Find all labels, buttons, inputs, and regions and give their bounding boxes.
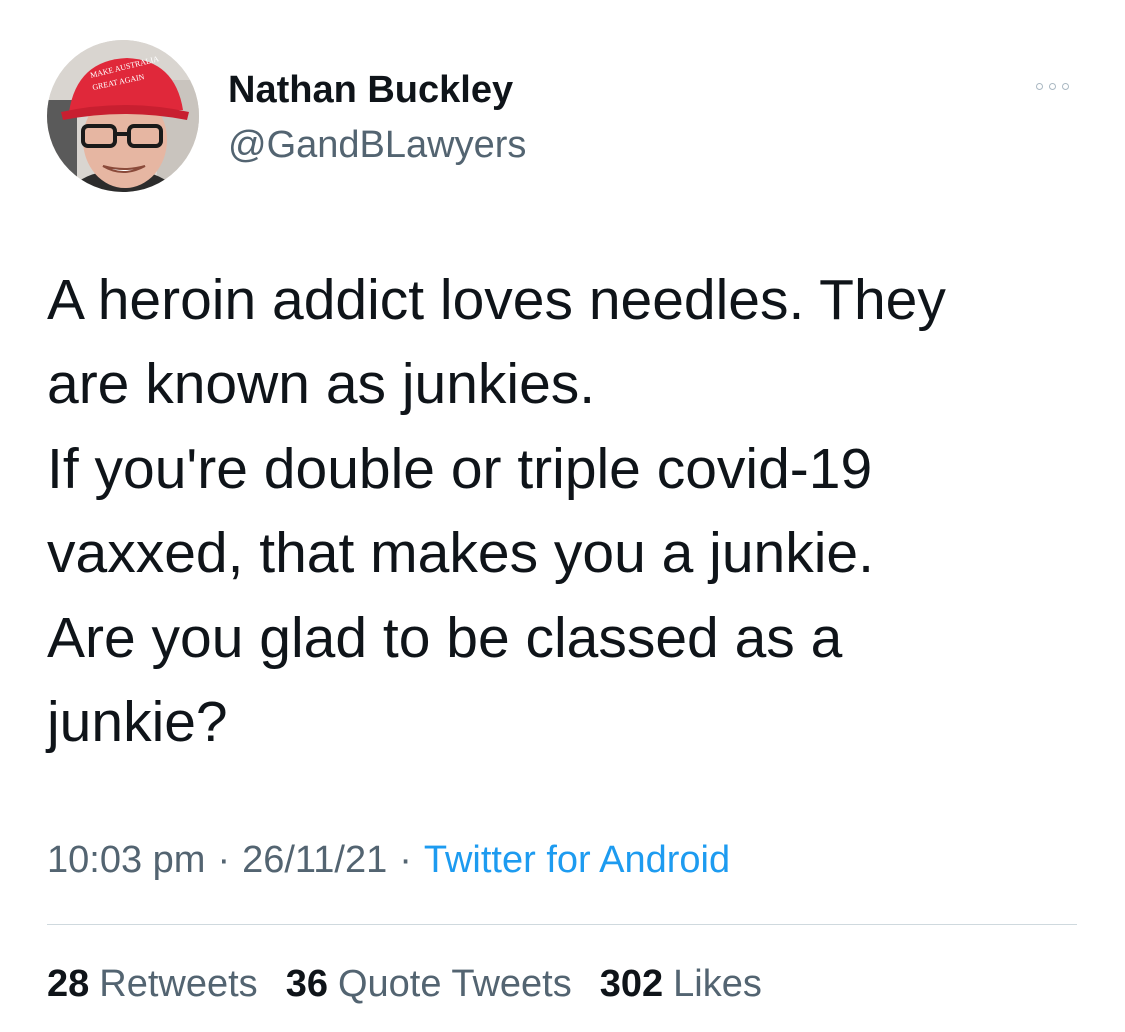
tweet-date[interactable]: 26/11/21	[242, 839, 387, 881]
tweet-text-line: junkie?	[47, 690, 228, 755]
avatar-photo: MAKE AUSTRALIA GREAT AGAIN	[47, 40, 199, 192]
divider	[47, 924, 1077, 925]
likes-count: 302	[599, 963, 664, 1005]
ellipsis-icon	[1035, 82, 1043, 90]
tweet-time[interactable]: 10:03 pm	[47, 839, 205, 881]
tweet-stats: 28 Retweets 36 Quote Tweets 302 Likes	[47, 958, 762, 1010]
tweet-text-line: are known as junkies.	[47, 352, 596, 417]
likes-label: Likes	[673, 963, 762, 1005]
tweet-card: MAKE AUSTRALIA GREAT AGAIN Nathan Buckle…	[0, 0, 1125, 1032]
meta-separator: ·	[399, 839, 412, 881]
author-handle[interactable]: @GandBLawyers	[228, 123, 526, 167]
tweet-source-link[interactable]: Twitter for Android	[424, 839, 730, 881]
retweets-label: Retweets	[99, 963, 258, 1005]
tweet-text-line: vaxxed, that makes you a junkie.	[47, 521, 874, 586]
ellipsis-icon	[1061, 82, 1069, 90]
likes-stat[interactable]: 302 Likes	[600, 958, 762, 1010]
meta-separator: ·	[217, 839, 231, 881]
avatar[interactable]: MAKE AUSTRALIA GREAT AGAIN	[47, 40, 199, 192]
quote-tweets-stat[interactable]: 36 Quote Tweets	[286, 958, 572, 1010]
tweet-text-line: If you're double or triple covid-19	[47, 436, 873, 501]
tweet-text: A heroin addict loves needles. They are …	[47, 258, 1077, 764]
tweet-text-line: A heroin addict loves needles. They	[47, 268, 946, 332]
quote-tweets-label: Quote Tweets	[337, 963, 572, 1005]
tweet-header: MAKE AUSTRALIA GREAT AGAIN Nathan Buckle…	[47, 40, 1077, 192]
tweet-text-line: Are you glad to be classed as a	[47, 605, 843, 670]
more-options-button[interactable]	[1027, 72, 1077, 100]
ellipsis-icon	[1048, 82, 1056, 90]
quote-tweets-count: 36	[285, 963, 328, 1005]
retweets-count: 28	[47, 963, 90, 1005]
author-name[interactable]: Nathan Buckley	[228, 68, 513, 112]
tweet-meta: 10:03 pm · 26/11/21 · Twitter for Android	[47, 836, 730, 884]
retweets-stat[interactable]: 28 Retweets	[47, 958, 258, 1010]
